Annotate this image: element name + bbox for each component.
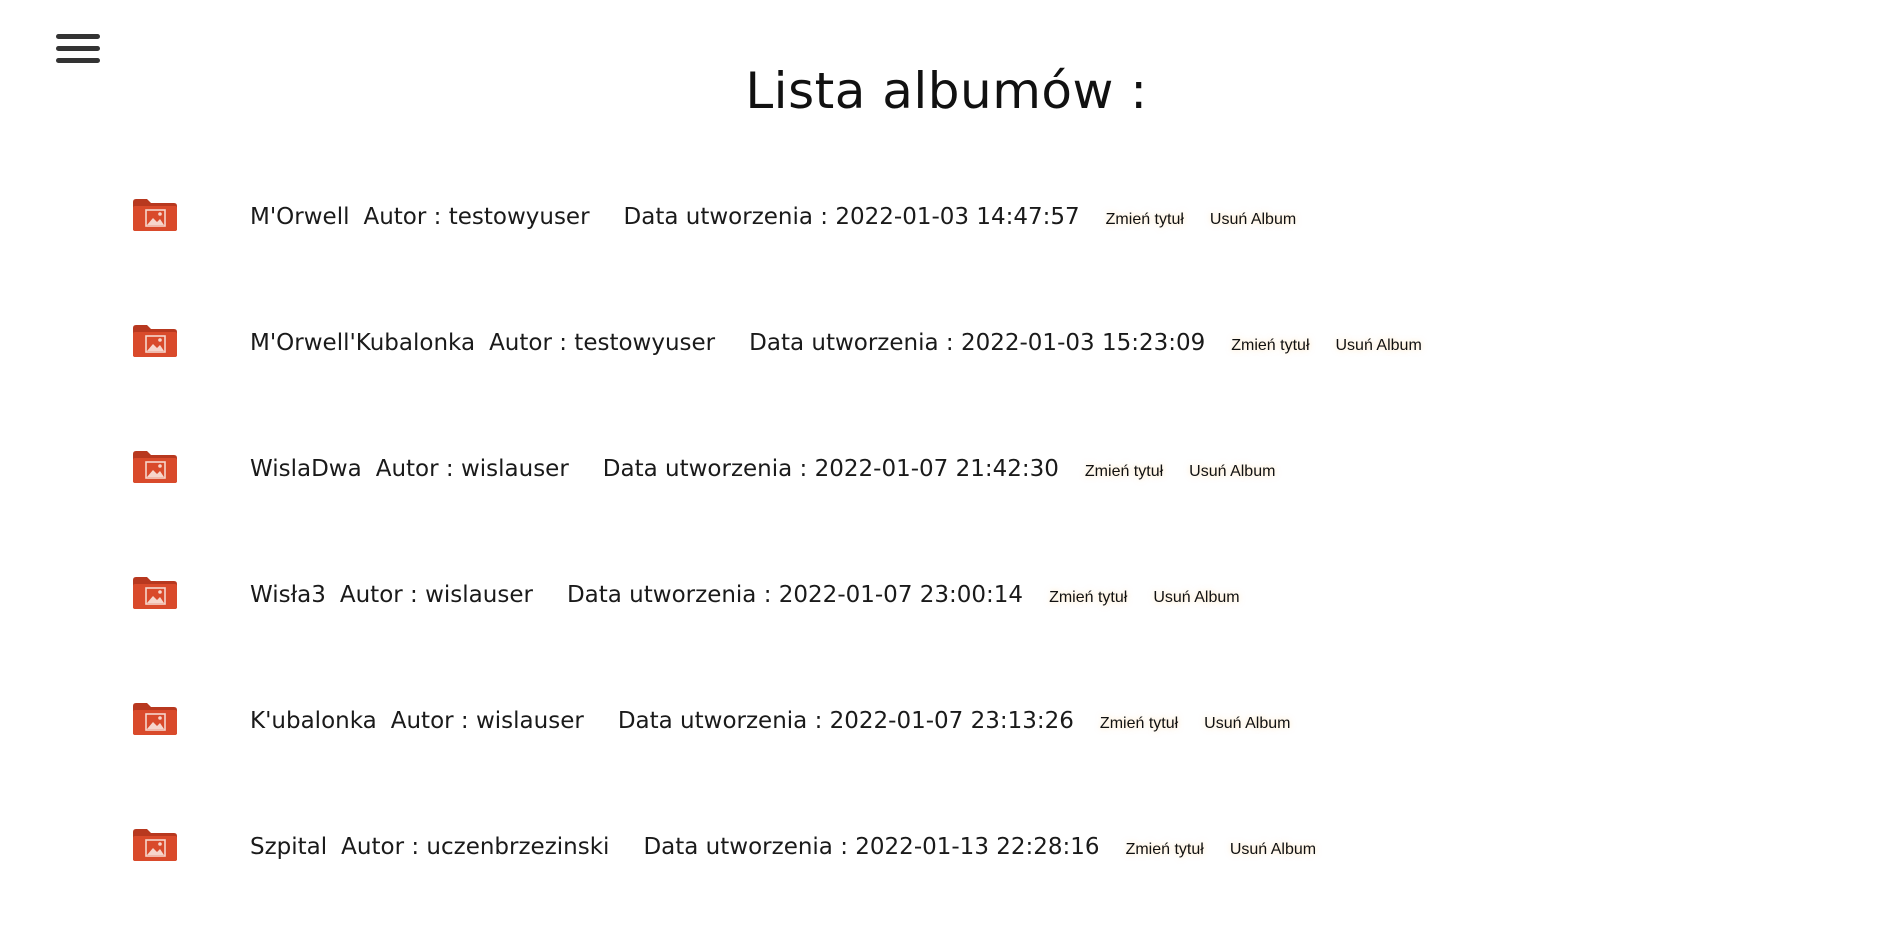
rename-album-button[interactable]: Zmień tytuł	[1124, 841, 1206, 859]
album-row: Wisła3 Autor : wislauser Data utworzenia…	[0, 548, 1893, 674]
album-created-date: Data utworzenia : 2022-01-03 14:47:57	[623, 204, 1080, 230]
album-created-date: Data utworzenia : 2022-01-03 15:23:09	[749, 330, 1206, 356]
delete-album-button[interactable]: Usuń Album	[1334, 337, 1424, 355]
rename-album-button[interactable]: Zmień tytuł	[1229, 337, 1311, 355]
album-row: WislaDwa Autor : wislauser Data utworzen…	[0, 422, 1893, 548]
album-created-date: Data utworzenia : 2022-01-07 23:00:14	[566, 582, 1024, 608]
album-title: WislaDwa	[250, 456, 362, 482]
image-folder-icon[interactable]	[131, 324, 179, 358]
album-row: M'Orwell'Kubalonka Autor : testowyuser D…	[0, 296, 1893, 422]
album-author: Autor : testowyuser	[363, 204, 590, 230]
album-list: M'Orwell Autor : testowyuser Data utworz…	[0, 170, 1893, 926]
rename-album-button[interactable]: Zmień tytuł	[1083, 463, 1165, 481]
album-author: Autor : wislauser	[339, 582, 533, 608]
album-row: K'ubalonka Autor : wislauser Data utworz…	[0, 674, 1893, 800]
album-title: M'Orwell	[250, 204, 350, 230]
album-title: Szpital	[250, 834, 328, 860]
album-created-date: Data utworzenia : 2022-01-13 22:28:16	[643, 834, 1100, 860]
image-folder-icon[interactable]	[131, 450, 179, 484]
image-folder-icon[interactable]	[131, 702, 179, 736]
page-title: Lista albumów :	[745, 62, 1148, 120]
delete-album-button[interactable]: Usuń Album	[1202, 715, 1292, 733]
delete-album-button[interactable]: Usuń Album	[1187, 463, 1277, 481]
album-created-date: Data utworzenia : 2022-01-07 21:42:30	[602, 456, 1059, 482]
album-author: Autor : wislauser	[390, 708, 584, 734]
rename-album-button[interactable]: Zmień tytuł	[1098, 715, 1180, 733]
album-title: K'ubalonka	[250, 708, 377, 734]
image-folder-icon[interactable]	[131, 828, 179, 862]
album-title: Wisła3	[250, 582, 326, 608]
delete-album-button[interactable]: Usuń Album	[1151, 589, 1241, 607]
image-folder-icon[interactable]	[131, 198, 179, 232]
image-folder-icon[interactable]	[131, 576, 179, 610]
album-row: M'Orwell Autor : testowyuser Data utworz…	[0, 170, 1893, 296]
album-created-date: Data utworzenia : 2022-01-07 23:13:26	[617, 708, 1074, 734]
album-row: Szpital Autor : uczenbrzezinski Data utw…	[0, 800, 1893, 926]
delete-album-button[interactable]: Usuń Album	[1228, 841, 1318, 859]
album-title: M'Orwell'Kubalonka	[250, 330, 476, 356]
rename-album-button[interactable]: Zmień tytuł	[1104, 211, 1186, 229]
album-author: Autor : testowyuser	[489, 330, 716, 356]
rename-album-button[interactable]: Zmień tytuł	[1047, 589, 1129, 607]
album-author: Autor : wislauser	[375, 456, 569, 482]
album-author: Autor : uczenbrzezinski	[341, 834, 610, 860]
delete-album-button[interactable]: Usuń Album	[1208, 211, 1298, 229]
